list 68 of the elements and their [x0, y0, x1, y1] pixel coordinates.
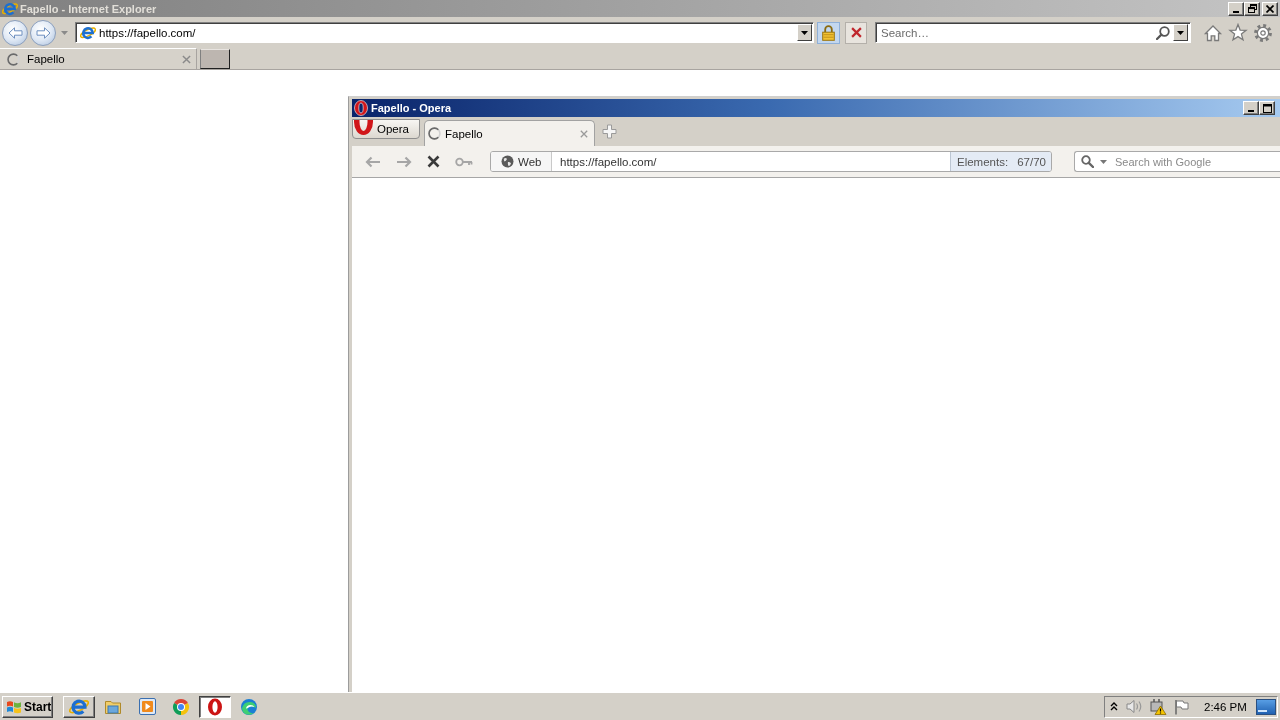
url-input[interactable]: https://fapello.com/: [552, 152, 950, 171]
search-icon[interactable]: [1156, 25, 1170, 40]
round-logo-icon: [172, 697, 190, 716]
close-icon[interactable]: [182, 54, 191, 64]
new-tab-button[interactable]: [200, 49, 230, 69]
caret-icon: [61, 30, 68, 35]
back-button[interactable]: [2, 19, 28, 46]
maximize-icon: [1262, 103, 1272, 113]
settings-icon[interactable]: [1253, 22, 1273, 43]
maximize-button[interactable]: [1259, 101, 1275, 115]
chevron-up-icon[interactable]: [1110, 702, 1118, 711]
address-field[interactable]: https://fapello.com/: [75, 22, 814, 43]
browser-tab[interactable]: Fapello: [0, 48, 197, 69]
browser-tab[interactable]: Fapello: [424, 120, 595, 146]
caret-icon: [1100, 159, 1107, 164]
e-logo-icon: [2, 0, 18, 17]
speaker-icon[interactable]: [1126, 699, 1143, 714]
window-title: Fapello - Opera: [371, 102, 452, 114]
search-input[interactable]: Search with Google: [1115, 155, 1280, 168]
elements-count: 67/70: [1017, 155, 1046, 168]
network-warning-icon[interactable]: [1149, 698, 1167, 715]
url-input[interactable]: https://fapello.com/: [99, 26, 794, 39]
dropdown-button[interactable]: [1173, 24, 1188, 41]
elements-label: Elements:: [957, 155, 1009, 168]
search-input[interactable]: Search…: [881, 26, 1153, 39]
o-ring-icon: [354, 100, 368, 116]
security-button[interactable]: [817, 21, 840, 44]
stop-icon[interactable]: [427, 155, 440, 168]
dropdown-button[interactable]: [797, 24, 812, 41]
minimize-button[interactable]: [1243, 101, 1259, 115]
window-title: Fapello - Internet Explorer: [20, 2, 157, 15]
web-button[interactable]: Web: [491, 152, 552, 171]
restore-button[interactable]: [1244, 1, 1260, 16]
restore-icon: [1247, 4, 1257, 13]
minimize-button[interactable]: [1228, 1, 1244, 16]
address-field[interactable]: Web https://fapello.com/ Elements: 67/70: [490, 151, 1052, 172]
padlock-icon: [822, 24, 835, 41]
left-arrow-icon: [7, 26, 23, 39]
globe-icon: [501, 155, 514, 168]
plus-icon[interactable]: [602, 124, 617, 139]
right-arrow-icon: [35, 26, 51, 39]
minimize-icon: [1233, 10, 1239, 13]
e-logo-icon: [80, 24, 96, 41]
menu-button[interactable]: Opera: [352, 119, 420, 139]
close-button[interactable]: [1262, 1, 1278, 16]
swirl-logo-icon: [240, 697, 258, 716]
clock-time[interactable]: 2:46 PM: [1204, 700, 1247, 713]
windows-flag-icon: [6, 699, 22, 714]
star-icon[interactable]: [1228, 22, 1248, 43]
caret-icon: [1177, 30, 1184, 35]
search-icon[interactable]: [1081, 155, 1094, 168]
flag-icon[interactable]: [1174, 698, 1189, 715]
close-icon[interactable]: [580, 129, 588, 138]
close-icon: [1266, 4, 1274, 13]
start-button[interactable]: Start: [2, 695, 53, 718]
search-field[interactable]: Search with Google: [1074, 151, 1280, 172]
folder-icon: [104, 698, 122, 715]
o-ring-icon: [207, 697, 223, 716]
o-ring-icon: [353, 120, 374, 136]
minimize-icon: [1248, 110, 1254, 112]
close-icon: [850, 27, 862, 38]
show-desktop-icon[interactable]: [1256, 698, 1276, 715]
search-field[interactable]: Search…: [875, 22, 1191, 43]
forward-button[interactable]: [30, 19, 56, 46]
stop-button[interactable]: [845, 21, 867, 44]
taskbar-button[interactable]: [199, 695, 231, 718]
play-icon: [138, 698, 156, 715]
caret-icon: [801, 30, 808, 35]
